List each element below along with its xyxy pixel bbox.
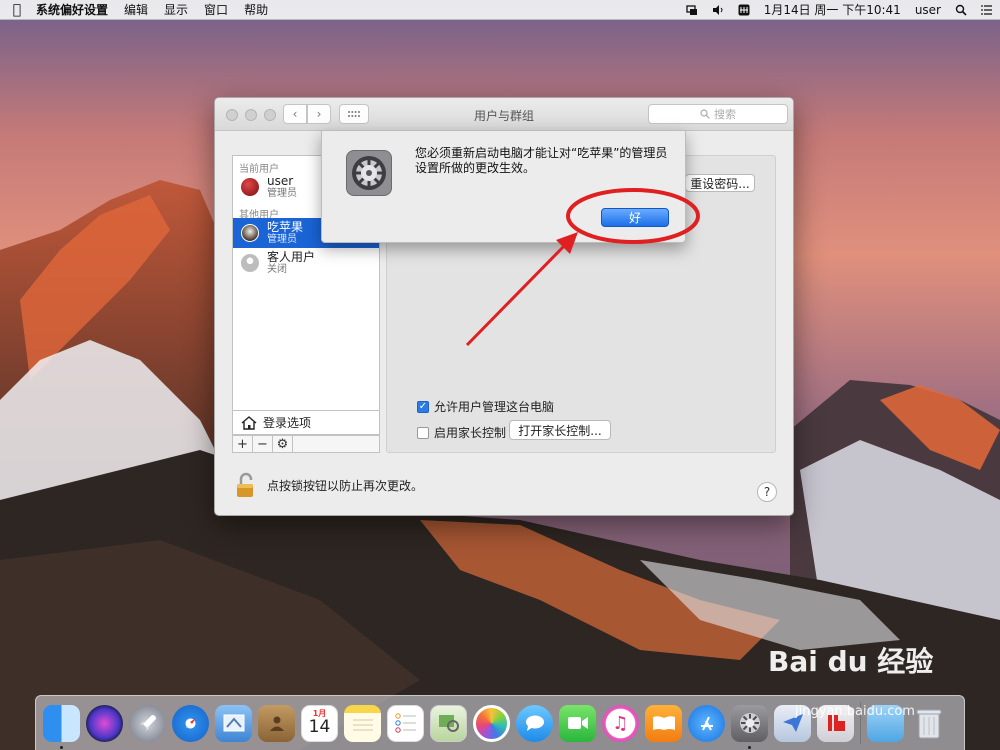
finder-icon[interactable] bbox=[43, 704, 80, 749]
photo-loupe-icon bbox=[438, 715, 459, 732]
trash-icon[interactable] bbox=[910, 705, 947, 742]
spotlight-icon[interactable] bbox=[948, 4, 974, 16]
running-indicator bbox=[60, 745, 63, 749]
action-menu-button[interactable]: ⚙ bbox=[273, 436, 293, 452]
help-button[interactable]: ? bbox=[757, 482, 777, 502]
menu-bar:  系统偏好设置 编辑 显示 窗口 帮助 1月14日 周一 下午10:41 us… bbox=[0, 0, 1000, 20]
launchpad-icon[interactable] bbox=[129, 704, 166, 742]
app-store-icon[interactable] bbox=[688, 704, 725, 742]
lined-paper-icon bbox=[352, 719, 373, 731]
user-list-item-guest[interactable]: 客人用户 关闭 bbox=[233, 248, 379, 278]
checkmark-icon: ✓ bbox=[418, 401, 428, 412]
gear-icon: ⚙ bbox=[276, 436, 289, 452]
input-method-icon[interactable] bbox=[731, 4, 757, 16]
user-role: 关闭 bbox=[267, 264, 287, 275]
system-preferences-gear-icon bbox=[346, 150, 392, 196]
speech-bubble-icon bbox=[525, 715, 544, 731]
running-indicator bbox=[748, 745, 751, 749]
list-action-bar: + − ⚙ bbox=[232, 435, 380, 453]
ibooks-icon[interactable] bbox=[645, 704, 682, 742]
clock-text[interactable]: 1月14日 周一 下午10:41 bbox=[757, 1, 908, 18]
screen-mirroring-icon[interactable] bbox=[679, 4, 705, 16]
siri-icon[interactable] bbox=[86, 704, 123, 742]
search-field[interactable]: 搜索 bbox=[648, 104, 788, 124]
baidu-watermark-url: jingyan.baidu.com bbox=[795, 704, 915, 719]
allow-admin-checkbox[interactable]: ✓ bbox=[417, 400, 429, 413]
baidu-watermark: Bai du 经验 bbox=[768, 645, 934, 678]
menu-app-name[interactable]: 系统偏好设置 bbox=[34, 1, 116, 18]
minus-icon: − bbox=[257, 436, 268, 452]
guest-avatar-icon bbox=[241, 254, 259, 272]
checklist-icon bbox=[394, 713, 416, 733]
menu-view[interactable]: 显示 bbox=[156, 1, 196, 18]
preview-icon[interactable] bbox=[430, 704, 467, 742]
safari-icon[interactable] bbox=[172, 704, 209, 742]
menu-window[interactable]: 窗口 bbox=[196, 1, 236, 18]
menu-edit[interactable]: 编辑 bbox=[116, 1, 156, 18]
notes-icon[interactable] bbox=[344, 704, 381, 742]
app-store-a-icon bbox=[700, 716, 713, 731]
unlocked-padlock-icon[interactable] bbox=[235, 472, 257, 498]
compass-needle-icon bbox=[185, 718, 196, 728]
login-options-item[interactable]: 登录选项 bbox=[232, 411, 380, 435]
contacts-icon[interactable] bbox=[258, 704, 295, 742]
parental-controls-label: 启用家长控制 bbox=[434, 426, 507, 440]
photos-icon[interactable] bbox=[473, 704, 510, 742]
remove-user-button[interactable]: − bbox=[253, 436, 273, 452]
notification-center-icon[interactable] bbox=[974, 4, 1000, 16]
menu-help[interactable]: 帮助 bbox=[236, 1, 276, 18]
person-silhouette-icon bbox=[269, 716, 284, 731]
restart-alert-sheet: 您必须重新启动电脑才能让对“吃苹果”的管理员设置所做的更改生效。 好 bbox=[321, 130, 686, 243]
current-user-menu[interactable]: user bbox=[908, 3, 948, 17]
allow-admin-label: 允许用户管理这台电脑 bbox=[434, 400, 555, 414]
reminders-icon[interactable] bbox=[387, 704, 424, 742]
lock-text: 点按锁按钮以防止再次更改。 bbox=[267, 478, 424, 493]
house-icon bbox=[241, 415, 257, 430]
user-role: 管理员 bbox=[267, 234, 297, 245]
mail-icon[interactable] bbox=[215, 704, 252, 742]
messages-icon[interactable] bbox=[516, 704, 553, 742]
lock-row: 点按锁按钮以防止再次更改。 bbox=[235, 472, 423, 498]
search-placeholder: 搜索 bbox=[714, 108, 736, 121]
system-preferences-icon[interactable] bbox=[731, 704, 768, 749]
user-role: 管理员 bbox=[267, 188, 297, 199]
open-book-icon bbox=[652, 716, 675, 730]
apple-icon[interactable]:  bbox=[0, 2, 34, 18]
calendar-icon[interactable]: 1月 14 bbox=[301, 704, 338, 742]
itunes-icon[interactable]: ♫ bbox=[602, 704, 639, 742]
avatar bbox=[241, 178, 259, 196]
calendar-day: 14 bbox=[308, 717, 331, 737]
reset-password-button[interactable]: 重设密码... bbox=[685, 174, 755, 192]
music-note-icon: ♫ bbox=[612, 712, 629, 734]
alert-message: 您必须重新启动电脑才能让对“吃苹果”的管理员设置所做的更改生效。 bbox=[415, 146, 668, 175]
user-name: 吃苹果 bbox=[267, 220, 304, 234]
volume-icon[interactable] bbox=[705, 4, 731, 16]
eagle-stamp-icon bbox=[223, 714, 244, 732]
user-name: user bbox=[267, 174, 294, 188]
plus-icon: + bbox=[237, 436, 248, 452]
allow-admin-row: ✓ 允许用户管理这台电脑 bbox=[417, 398, 554, 415]
add-user-button[interactable]: + bbox=[233, 436, 253, 452]
open-parental-controls-button[interactable]: 打开家长控制... bbox=[509, 420, 611, 440]
user-name: 客人用户 bbox=[267, 250, 316, 264]
window-titlebar: ‹ › 用户与群组 搜索 bbox=[215, 98, 793, 131]
rocket-icon bbox=[139, 715, 156, 731]
facetime-icon[interactable] bbox=[559, 704, 596, 742]
avatar bbox=[241, 224, 259, 242]
search-icon bbox=[700, 109, 710, 119]
gear-icon bbox=[739, 713, 760, 733]
video-camera-icon bbox=[567, 717, 588, 729]
parental-controls-row: 启用家长控制 bbox=[417, 424, 506, 441]
login-options-label: 登录选项 bbox=[263, 416, 312, 430]
parental-controls-checkbox[interactable] bbox=[417, 426, 429, 439]
trash-can-icon bbox=[916, 709, 941, 739]
ok-button[interactable]: 好 bbox=[601, 208, 669, 227]
